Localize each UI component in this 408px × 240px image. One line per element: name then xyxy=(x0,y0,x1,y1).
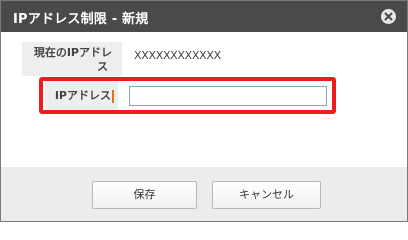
ip-restriction-dialog: IPアドレス制限 - 新規 現在のIPアドレ ス XXXXXXXXXXXX IP… xyxy=(0,0,408,222)
save-button[interactable]: 保存 xyxy=(92,181,197,209)
ip-address-input[interactable] xyxy=(129,86,327,106)
dialog-titlebar: IPアドレス制限 - 新規 xyxy=(1,1,407,32)
required-marker xyxy=(112,90,114,103)
dialog-footer: 保存 キャンセル xyxy=(1,167,407,221)
current-ip-value: XXXXXXXXXXXX xyxy=(134,49,221,62)
current-ip-label: 現在のIPアドレ ス xyxy=(22,42,122,76)
dialog-title: IPアドレス制限 - 新規 xyxy=(13,12,149,27)
current-ip-label-line1: 現在のIPアドレ xyxy=(33,46,112,59)
ip-address-label: IPアドレス xyxy=(45,81,118,111)
current-ip-label-line2: ス xyxy=(97,60,108,73)
close-icon[interactable] xyxy=(381,9,396,24)
cancel-button[interactable]: キャンセル xyxy=(212,181,321,209)
close-icon-glyph xyxy=(384,12,393,21)
